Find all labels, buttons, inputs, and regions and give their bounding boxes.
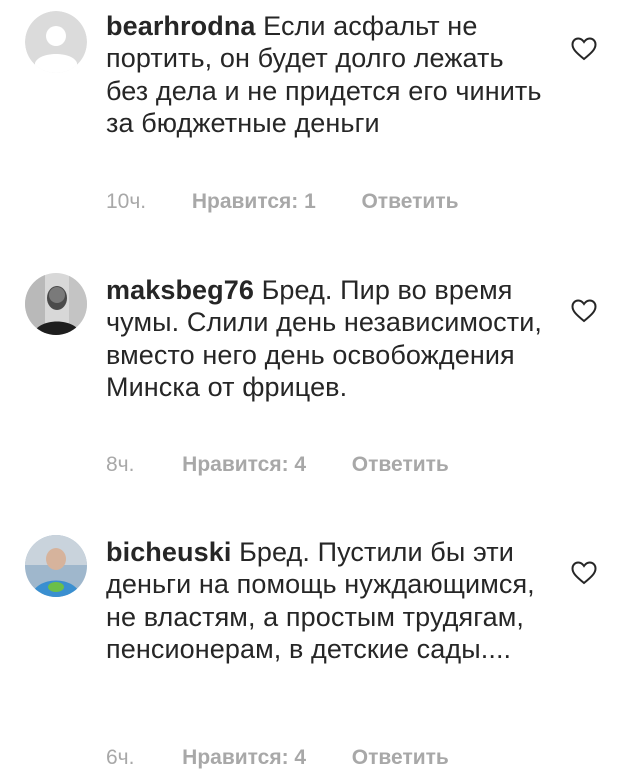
- reply-button[interactable]: Ответить: [352, 453, 449, 477]
- likes-count-button[interactable]: Нравится: 4: [182, 746, 306, 770]
- comment-body: bicheuski Бред. Пустили бы эти деньги на…: [106, 536, 546, 666]
- comment-body: maksbeg76 Бред. Пир во время чумы. Слили…: [106, 274, 546, 404]
- likes-count-button[interactable]: Нравится: 4: [182, 453, 306, 477]
- comment-meta: 8ч. Нравится: 4 Ответить: [106, 453, 449, 477]
- user-photo: [25, 273, 87, 335]
- comment-time: 6ч.: [106, 746, 135, 769]
- likes-count-button[interactable]: Нравится: 1: [192, 190, 316, 214]
- heart-icon[interactable]: [571, 561, 597, 585]
- heart-icon[interactable]: [571, 37, 597, 61]
- comment-username[interactable]: bicheuski: [106, 537, 231, 567]
- reply-button[interactable]: Ответить: [352, 746, 449, 770]
- default-avatar-icon: [25, 11, 87, 73]
- comment-time: 8ч.: [106, 453, 135, 476]
- comment-body: bearhrodna Если асфальт не портить, он б…: [106, 10, 546, 140]
- reply-button[interactable]: Ответить: [361, 190, 458, 214]
- heart-icon[interactable]: [571, 299, 597, 323]
- user-photo: [25, 535, 87, 597]
- avatar[interactable]: [25, 11, 87, 73]
- avatar[interactable]: [25, 273, 87, 335]
- avatar[interactable]: [25, 535, 87, 597]
- comment-meta: 10ч. Нравится: 1 Ответить: [106, 190, 459, 214]
- comment-time: 10ч.: [106, 190, 147, 213]
- comment-meta: 6ч. Нравится: 4 Ответить: [106, 746, 449, 770]
- comment-username[interactable]: maksbeg76: [106, 275, 254, 305]
- comment-username[interactable]: bearhrodna: [106, 11, 256, 41]
